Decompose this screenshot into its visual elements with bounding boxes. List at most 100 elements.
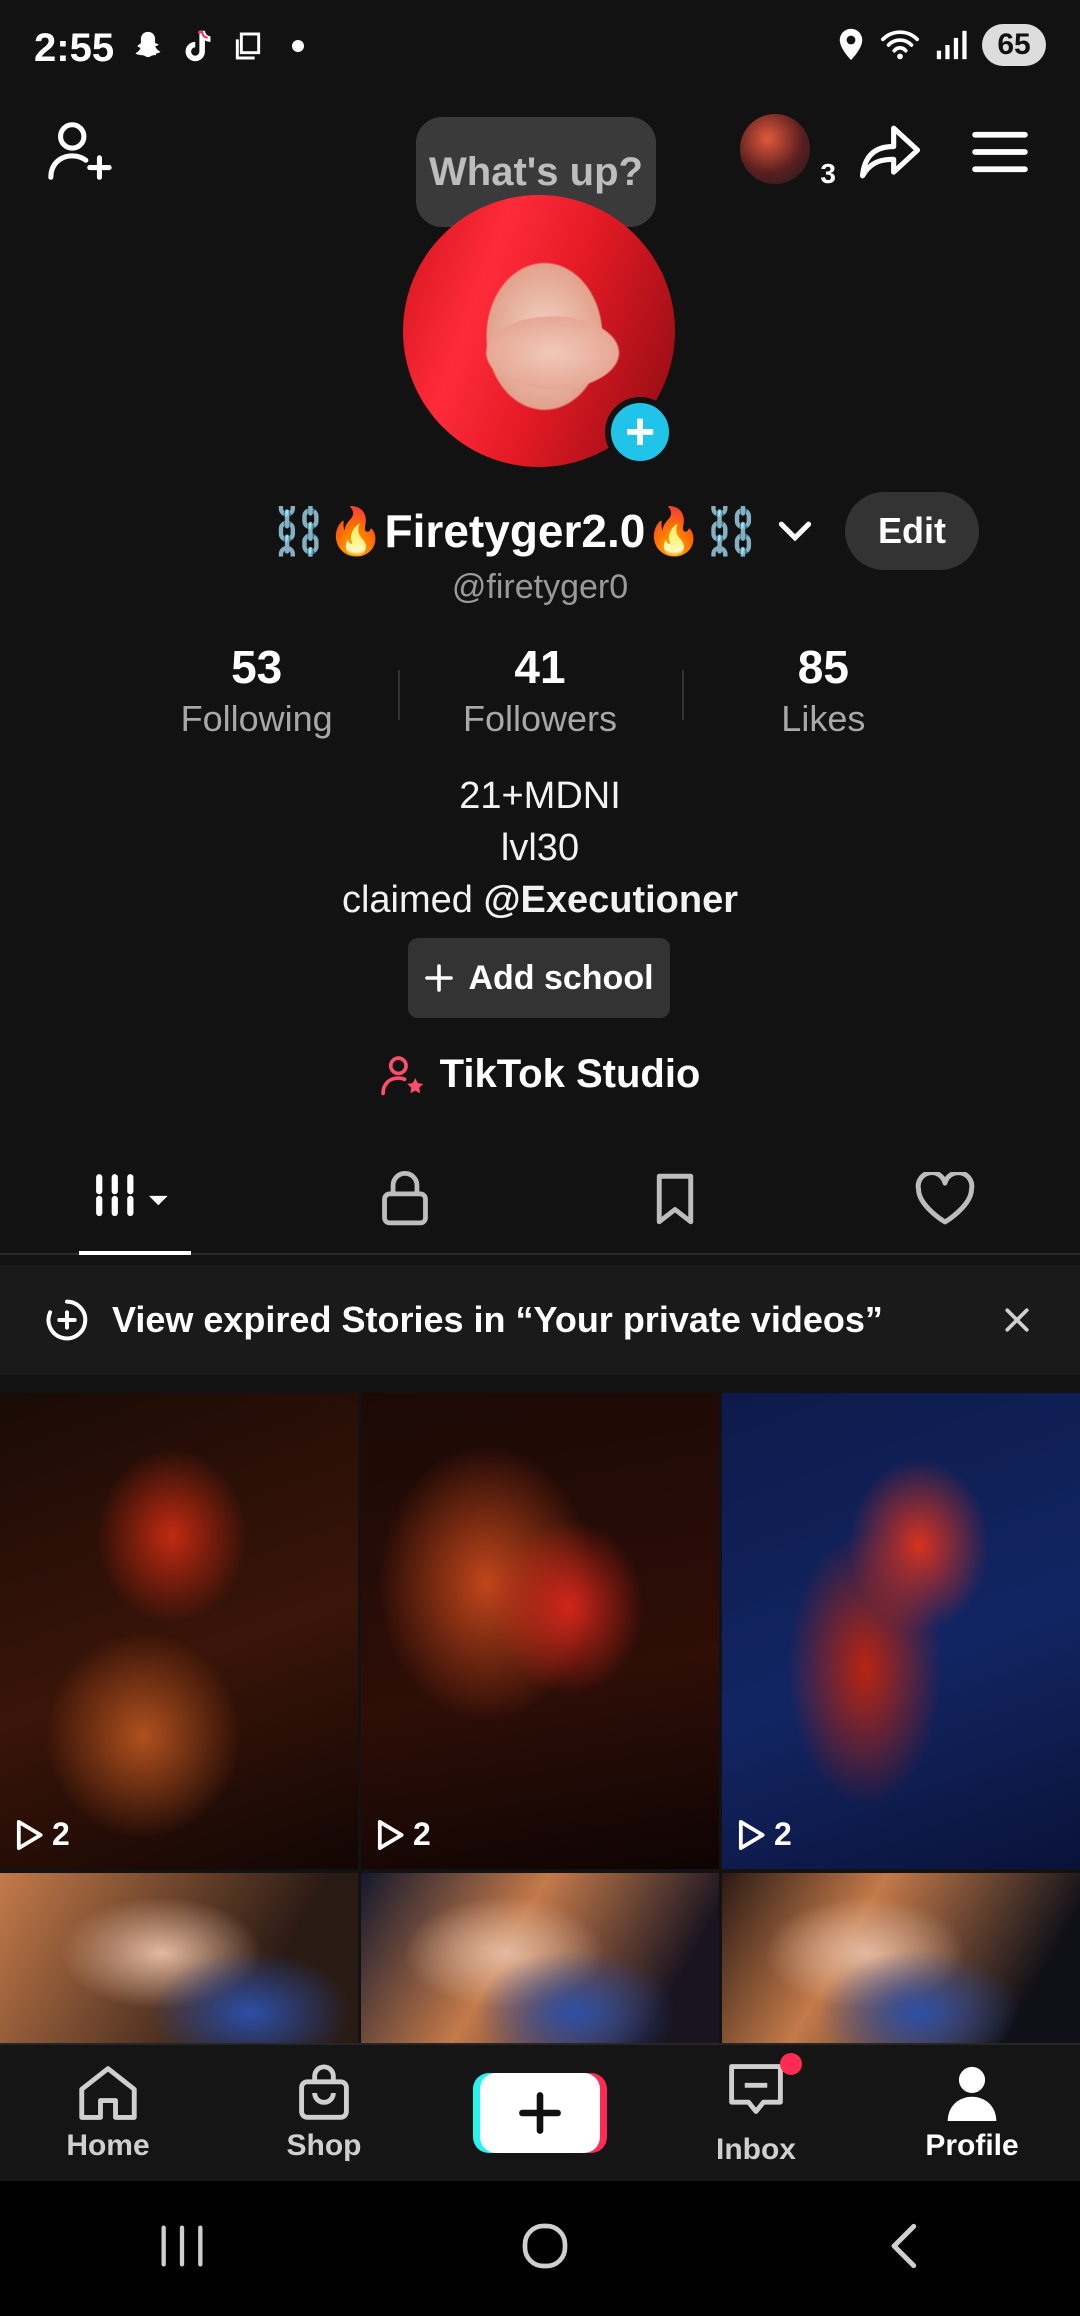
view-count: 2 bbox=[375, 1816, 431, 1853]
add-friend-button[interactable] bbox=[40, 112, 120, 192]
create-button[interactable] bbox=[480, 2073, 600, 2153]
back-system-button[interactable] bbox=[883, 2221, 923, 2276]
stat-label: Likes bbox=[781, 698, 866, 739]
profile-person-icon bbox=[947, 2066, 997, 2121]
tiktok-icon bbox=[178, 26, 218, 66]
view-count-value: 2 bbox=[52, 1816, 70, 1852]
dot-icon bbox=[278, 26, 318, 66]
display-name: ⛓️🔥Firetyger2.0🔥⛓️ bbox=[270, 504, 760, 557]
nav-create[interactable] bbox=[432, 2045, 648, 2181]
snapchat-icon bbox=[128, 26, 168, 66]
nav-inbox[interactable]: Inbox bbox=[648, 2045, 864, 2181]
tab-private[interactable] bbox=[270, 1145, 540, 1253]
bio-mention-link[interactable]: @Executioner bbox=[483, 879, 738, 921]
tab-liked[interactable] bbox=[810, 1145, 1080, 1253]
home-system-button[interactable] bbox=[520, 2221, 570, 2276]
back-chevron-icon bbox=[891, 2223, 917, 2269]
play-icon bbox=[738, 1819, 765, 1850]
video-tile[interactable] bbox=[722, 1873, 1080, 2043]
add-school-label: Add school bbox=[468, 958, 654, 997]
stat-value: 85 bbox=[797, 641, 849, 693]
status-right-icons: 65 bbox=[836, 24, 1046, 66]
bio-line: 21+MDNI bbox=[459, 775, 621, 817]
heart-icon bbox=[915, 1172, 975, 1225]
nav-home[interactable]: Home bbox=[0, 2045, 216, 2181]
status-notification-icons bbox=[128, 26, 318, 66]
screen-copy-icon bbox=[228, 26, 268, 66]
display-name-row[interactable]: ⛓️🔥Firetyger2.0🔥⛓️ bbox=[270, 496, 812, 566]
lock-icon bbox=[382, 1171, 428, 1226]
close-icon bbox=[1005, 1308, 1029, 1332]
profile-bio: 21+MDNI lvl30 claimed @Executioner bbox=[0, 770, 1080, 926]
signal-icon bbox=[936, 30, 967, 60]
home-icon bbox=[79, 2066, 137, 2120]
tab-videos[interactable] bbox=[0, 1145, 270, 1253]
view-count: 2 bbox=[736, 1816, 792, 1853]
recent-apps-icon bbox=[161, 2225, 203, 2267]
profile-content-tabs bbox=[0, 1145, 1080, 1255]
stat-value: 53 bbox=[231, 641, 283, 693]
studio-person-star-icon bbox=[380, 1055, 423, 1095]
add-person-icon bbox=[48, 122, 112, 180]
add-school-button[interactable]: Add school bbox=[408, 938, 670, 1018]
plus-icon bbox=[519, 2092, 561, 2134]
stat-label: Following bbox=[180, 698, 333, 739]
edit-profile-button[interactable]: Edit bbox=[845, 492, 979, 570]
inbox-notification-dot bbox=[780, 2053, 802, 2075]
videos-grid-icon bbox=[96, 1174, 168, 1224]
video-tile[interactable] bbox=[0, 1873, 358, 2043]
tiktok-studio-label: TikTok Studio bbox=[439, 1052, 701, 1096]
username-handle: @firetyger0 bbox=[451, 568, 629, 606]
status-bar: 2:55 65 bbox=[0, 0, 1080, 100]
bio-line: claimed @Executioner bbox=[0, 874, 1080, 926]
tab-saved[interactable] bbox=[540, 1145, 810, 1253]
play-icon bbox=[16, 1819, 43, 1850]
nav-profile-label: Profile bbox=[925, 2129, 1019, 2162]
share-profile-button[interactable] bbox=[850, 112, 930, 192]
stat-value: 41 bbox=[514, 641, 566, 693]
add-story-plus-icon[interactable]: + bbox=[605, 397, 675, 467]
play-icon bbox=[377, 1819, 404, 1850]
nav-profile[interactable]: Profile bbox=[864, 2045, 1080, 2181]
profile-stats: 53 Following 41 Followers 85 Likes bbox=[115, 640, 965, 750]
wifi-icon bbox=[881, 30, 919, 60]
stat-label: Followers bbox=[462, 698, 618, 739]
view-count: 2 bbox=[14, 1816, 70, 1853]
bio-text: claimed bbox=[341, 879, 484, 921]
inbox-icon-wrap bbox=[726, 2053, 802, 2127]
expired-stories-banner[interactable]: View expired Stories in “Your private vi… bbox=[0, 1265, 1080, 1375]
plus-icon bbox=[425, 964, 454, 992]
bottom-navigation: Home Shop Inbox Profile bbox=[0, 2043, 1080, 2181]
banner-text: View expired Stories in “Your private vi… bbox=[112, 1299, 883, 1340]
close-banner-button[interactable] bbox=[992, 1295, 1042, 1345]
recent-apps-button[interactable] bbox=[157, 2224, 207, 2273]
tiktok-studio-link[interactable]: TikTok Studio bbox=[0, 1052, 1080, 1097]
menu-button[interactable] bbox=[960, 112, 1040, 192]
nav-inbox-label: Inbox bbox=[716, 2133, 796, 2166]
bookmark-icon bbox=[656, 1173, 694, 1225]
story-avatar bbox=[740, 114, 810, 184]
video-grid: 2 2 2 bbox=[0, 1393, 1080, 2043]
video-tile[interactable]: 2 bbox=[0, 1393, 358, 1869]
nav-shop-label: Shop bbox=[286, 2129, 362, 2162]
stat-following[interactable]: 53 Following bbox=[115, 640, 398, 750]
nav-shop[interactable]: Shop bbox=[216, 2045, 432, 2181]
stories-avatar-button[interactable]: 3 bbox=[740, 114, 836, 189]
location-icon bbox=[839, 28, 863, 60]
nav-home-label: Home bbox=[66, 2129, 150, 2162]
status-time: 2:55 bbox=[34, 26, 115, 70]
inbox-message-icon bbox=[729, 2064, 783, 2114]
video-tile[interactable]: 2 bbox=[722, 1393, 1080, 1869]
stat-likes[interactable]: 85 Likes bbox=[681, 640, 965, 750]
bio-line: lvl30 bbox=[500, 827, 580, 869]
system-navigation-bar bbox=[0, 2181, 1080, 2316]
home-circle-icon bbox=[522, 2223, 568, 2269]
stat-followers[interactable]: 41 Followers bbox=[398, 640, 681, 750]
chevron-down-icon bbox=[778, 521, 812, 542]
battery-indicator: 65 bbox=[982, 24, 1046, 66]
shopping-bag-icon bbox=[299, 2064, 349, 2120]
view-count-value: 2 bbox=[774, 1816, 792, 1852]
video-tile[interactable] bbox=[361, 1873, 719, 2043]
video-tile[interactable]: 2 bbox=[361, 1393, 719, 1869]
share-arrow-icon bbox=[859, 125, 921, 179]
